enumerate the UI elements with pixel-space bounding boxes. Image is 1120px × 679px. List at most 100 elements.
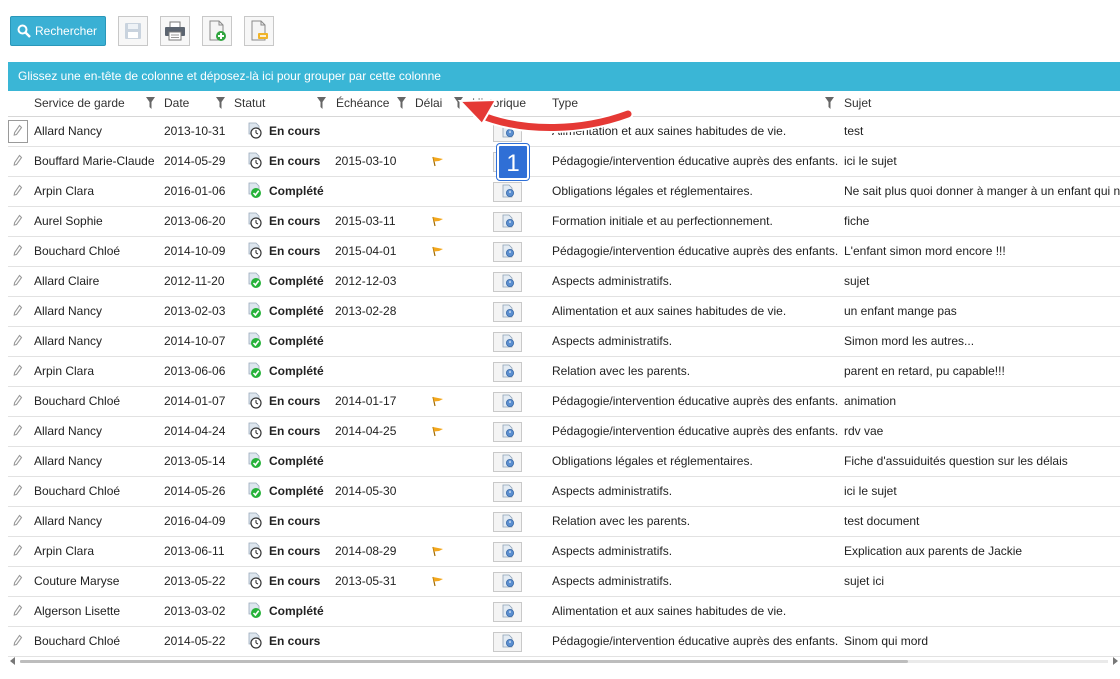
cell-type: Obligations légales et réglementaires.	[552, 184, 753, 198]
cell-service: Allard Nancy	[34, 124, 103, 138]
toolbar: Rechercher	[10, 16, 275, 46]
cell-service: Aurel Sophie	[34, 214, 103, 228]
history-button[interactable]	[493, 212, 522, 232]
history-button[interactable]	[493, 272, 522, 292]
edit-row-button[interactable]	[8, 240, 28, 263]
edit-row-button[interactable]	[8, 540, 28, 563]
table-row[interactable]: Couture Maryse 2013-05-22 En cours 2013-05-…	[8, 567, 1120, 597]
cell-date: 2016-01-06	[164, 184, 226, 198]
column-header-delai[interactable]: Délai	[415, 92, 442, 116]
table-row[interactable]: Allard Nancy 2014-10-07 Complété Aspects ad…	[8, 327, 1120, 357]
filter-icon-date[interactable]	[216, 97, 225, 109]
add-document-button[interactable]	[202, 16, 233, 46]
cell-sujet	[844, 597, 1120, 626]
edit-row-button[interactable]	[8, 630, 28, 653]
add-document-icon	[209, 20, 227, 41]
cell-echeance: 2013-05-31	[335, 574, 397, 588]
edit-row-button[interactable]	[8, 180, 28, 203]
cell-service: Algerson Lisette	[34, 604, 121, 618]
scrollbar-thumb[interactable]	[20, 660, 908, 663]
pencil-icon	[13, 334, 23, 349]
history-button[interactable]	[493, 482, 522, 502]
column-header-statut[interactable]: Statut	[234, 92, 265, 116]
column-header-date[interactable]: Date	[164, 92, 189, 116]
history-button[interactable]	[493, 242, 522, 262]
cell-service: Arpin Clara	[34, 184, 95, 198]
table-row[interactable]: Allard Nancy 2013-02-03 Complété 2013-02-28…	[8, 297, 1120, 327]
table-row[interactable]: Bouchard Chloé 2014-05-26 Complété 2014-05-…	[8, 477, 1120, 507]
cell-echeance: 2012-12-03	[335, 274, 397, 288]
history-button[interactable]	[493, 572, 522, 592]
column-header-type[interactable]: Type	[552, 92, 578, 116]
clock-icon	[246, 152, 269, 169]
table-row[interactable]: Bouchard Chloé 2014-05-22 En cours Pédagogi…	[8, 627, 1120, 657]
history-button[interactable]	[493, 602, 522, 622]
filter-icon-statut[interactable]	[317, 97, 326, 109]
history-button[interactable]	[493, 422, 522, 442]
filter-icon-echeance[interactable]	[397, 97, 406, 109]
scroll-left-icon[interactable]	[10, 657, 15, 665]
history-button[interactable]	[493, 392, 522, 412]
cell-echeance: 2015-04-01	[335, 244, 397, 258]
filter-icon-delai[interactable]	[454, 97, 463, 109]
table-row[interactable]: Aurel Sophie 2013-06-20 En cours 2015-03-11…	[8, 207, 1120, 237]
column-header-echeance[interactable]: Échéance	[336, 92, 389, 116]
edit-row-button[interactable]	[8, 420, 28, 443]
table-row[interactable]: Allard Nancy 2016-04-09 En cours Relation a…	[8, 507, 1120, 537]
cell-date: 2014-01-07	[164, 394, 226, 408]
status-text: Complété	[269, 334, 324, 348]
edit-row-button[interactable]	[8, 570, 28, 593]
edit-row-button[interactable]	[8, 480, 28, 503]
history-button[interactable]	[493, 452, 522, 472]
edit-row-button[interactable]	[8, 120, 28, 143]
group-by-drop-panel[interactable]: Glissez une en-tête de colonne et dépose…	[8, 62, 1120, 91]
edit-row-button[interactable]	[8, 450, 28, 473]
status-text: En cours	[269, 514, 321, 528]
edit-row-button[interactable]	[8, 150, 28, 173]
horizontal-scrollbar[interactable]	[8, 656, 1120, 666]
save-button[interactable]	[118, 16, 149, 46]
table-row[interactable]: Allard Nancy 2013-05-14 Complété Obligation…	[8, 447, 1120, 477]
group-by-hint: Glissez une en-tête de colonne et dépose…	[18, 69, 441, 83]
history-button[interactable]	[493, 332, 522, 352]
edit-row-button[interactable]	[8, 360, 28, 383]
table-row[interactable]: Bouchard Chloé 2014-01-07 En cours 2014-01-…	[8, 387, 1120, 417]
print-button[interactable]	[160, 16, 191, 46]
edit-row-button[interactable]	[8, 270, 28, 293]
scroll-right-icon[interactable]	[1113, 657, 1118, 665]
table-row[interactable]: Algerson Lisette 2013-03-02 Complété Alimen…	[8, 597, 1120, 627]
edit-row-button[interactable]	[8, 390, 28, 413]
column-header-service[interactable]: Service de garde	[34, 92, 125, 116]
search-button[interactable]: Rechercher	[10, 16, 107, 46]
column-header-sujet[interactable]: Sujet	[844, 92, 871, 116]
history-button[interactable]	[493, 632, 522, 652]
table-row[interactable]: Allard Nancy 2014-04-24 En cours 2014-04-25…	[8, 417, 1120, 447]
filter-icon-type[interactable]	[825, 97, 834, 109]
edit-row-button[interactable]	[8, 210, 28, 233]
pencil-icon	[13, 514, 23, 529]
history-button[interactable]	[493, 362, 522, 382]
history-button[interactable]	[493, 302, 522, 322]
history-button[interactable]	[493, 542, 522, 562]
edit-row-button[interactable]	[8, 510, 28, 533]
table-row[interactable]: Arpin Clara 2016-01-06 Complété Obligations…	[8, 177, 1120, 207]
history-button[interactable]	[493, 122, 522, 142]
filter-icon-service[interactable]	[146, 97, 155, 109]
cell-type: Pédagogie/intervention éducative auprès …	[552, 634, 839, 648]
table-row[interactable]: Allard Claire 2012-11-20 Complété 2012-12-0…	[8, 267, 1120, 297]
cell-echeance: 2015-03-10	[335, 154, 397, 168]
export-document-button[interactable]	[244, 16, 275, 46]
history-button[interactable]	[493, 512, 522, 532]
table-row[interactable]: Bouffard Marie-Claude 2014-05-29 En cours 2…	[8, 147, 1120, 177]
edit-row-button[interactable]	[8, 600, 28, 623]
table-row[interactable]: Arpin Clara 2013-06-11 En cours 2014-08-29 A…	[8, 537, 1120, 567]
edit-row-button[interactable]	[8, 300, 28, 323]
table-row[interactable]: Allard Nancy 2013-10-31 En cours Alimentati…	[8, 117, 1120, 147]
edit-row-button[interactable]	[8, 330, 28, 353]
status-text: En cours	[269, 214, 321, 228]
history-button[interactable]	[493, 182, 522, 202]
cell-sujet: animation	[844, 394, 897, 408]
column-header-historique[interactable]: Historique	[472, 92, 526, 116]
table-row[interactable]: Arpin Clara 2013-06-06 Complété Relation av…	[8, 357, 1120, 387]
table-row[interactable]: Bouchard Chloé 2014-10-09 En cours 2015-04-…	[8, 237, 1120, 267]
